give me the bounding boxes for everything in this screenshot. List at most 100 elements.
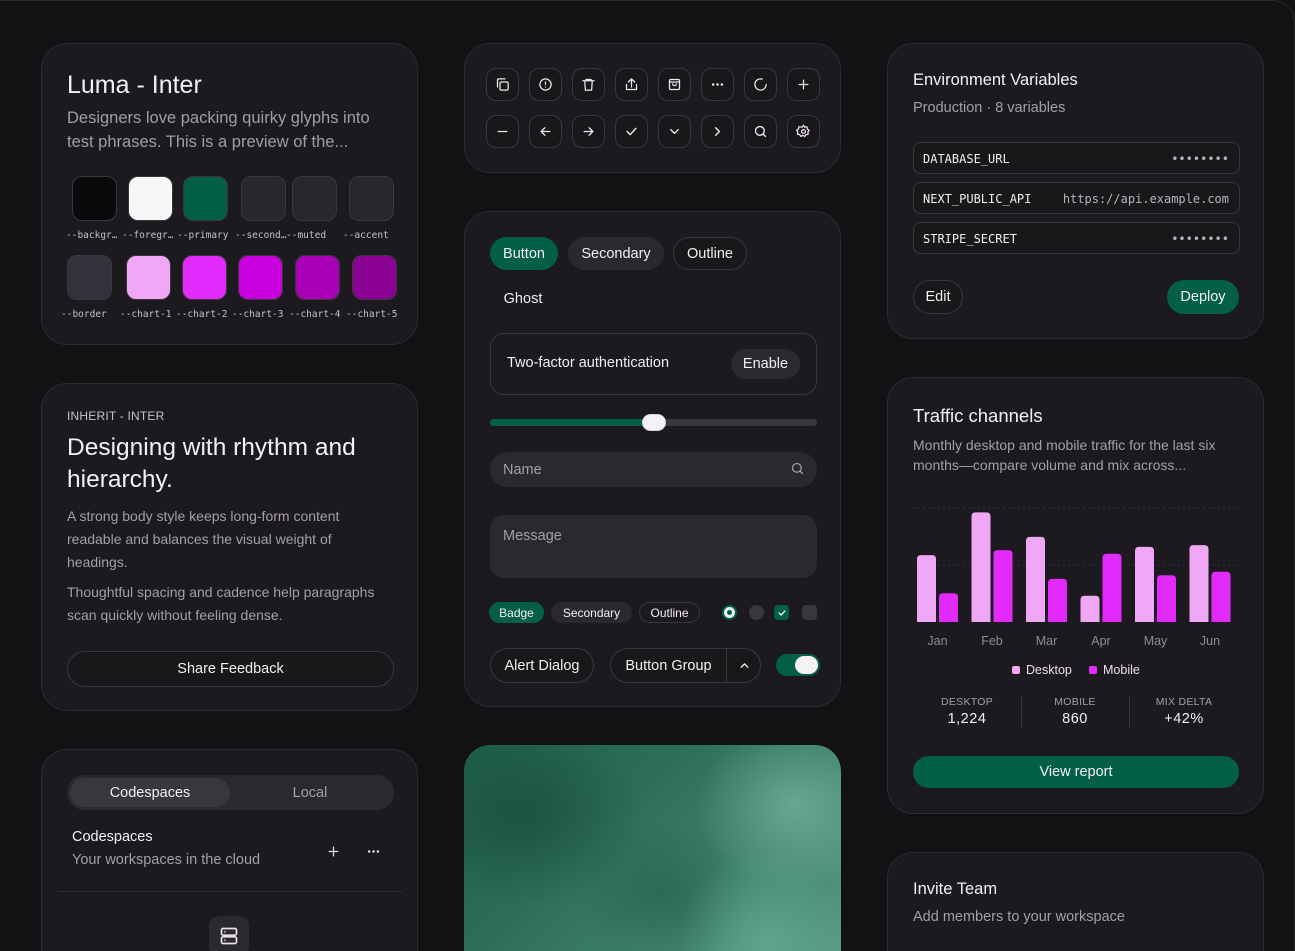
palette-title: Luma - Inter <box>67 71 202 99</box>
invite-team-card: Invite Team Add members to your workspac… <box>887 852 1264 951</box>
env-value: •••••••• <box>1171 232 1229 246</box>
loading-button[interactable] <box>744 68 777 101</box>
checkbox-unchecked[interactable] <box>802 605 817 620</box>
swatch-label: --chart-5 <box>346 309 398 320</box>
name-input[interactable]: Name <box>490 452 817 487</box>
primary-button[interactable]: Button <box>490 237 558 270</box>
traffic-description: Monthly desktop and mobile traffic for t… <box>913 437 1216 473</box>
check-icon <box>626 127 637 136</box>
slider-range <box>490 419 654 426</box>
secondary-button[interactable]: Secondary <box>568 237 664 270</box>
back-button[interactable] <box>529 115 562 148</box>
minus-button[interactable] <box>486 115 519 148</box>
env-row[interactable]: NEXT_PUBLIC_API https://api.example.com <box>913 182 1240 214</box>
bar-mobile-jun <box>1211 571 1231 622</box>
bar-mobile-may <box>1157 575 1176 622</box>
codespaces-subtitle: Your workspaces in the cloud <box>72 852 261 868</box>
color-swatch <box>72 176 117 221</box>
add-button[interactable] <box>787 68 820 101</box>
toggle-switch[interactable] <box>776 654 820 676</box>
settings-button[interactable] <box>787 115 820 148</box>
share-feedback-button[interactable]: Share Feedback <box>67 651 394 687</box>
more-horizontal-icon <box>711 83 724 86</box>
ghost-button[interactable]: Ghost <box>490 282 556 315</box>
env-row[interactable]: STRIPE_SECRET •••••••• <box>913 222 1240 254</box>
confirm-button[interactable] <box>615 115 648 148</box>
palette-card: Luma - Inter Designers love packing quir… <box>41 43 418 345</box>
typography-paragraph-1: A strong body style keeps long-form cont… <box>67 508 340 570</box>
next-button[interactable] <box>701 115 734 148</box>
codespaces-title: Codespaces <box>72 829 153 845</box>
invite-subtitle: Add members to your workspace <box>913 909 1125 925</box>
swatch-label: --foreground <box>122 230 176 241</box>
search-button[interactable] <box>744 115 777 148</box>
slider-thumb[interactable] <box>641 414 666 431</box>
alert-button[interactable] <box>529 68 562 101</box>
expand-button[interactable] <box>658 115 691 148</box>
checkbox-checked[interactable] <box>774 605 789 620</box>
arrow-right-icon <box>583 127 594 136</box>
color-swatch <box>238 255 283 300</box>
bar-desktop-may <box>1135 546 1154 622</box>
codespaces-tabs: Codespaces Local <box>67 775 394 810</box>
message-placeholder: Message <box>503 528 562 544</box>
deploy-button[interactable]: Deploy <box>1167 280 1239 314</box>
x-tick-label: Apr <box>1091 634 1110 648</box>
name-placeholder: Name <box>503 461 542 478</box>
x-tick-label: Mar <box>1036 634 1058 648</box>
shopping-bag-button[interactable] <box>658 68 691 101</box>
env-row[interactable]: DATABASE_URL •••••••• <box>913 142 1240 174</box>
color-swatch <box>126 255 171 300</box>
share-button[interactable] <box>615 68 648 101</box>
badge-secondary: Secondary <box>551 602 632 623</box>
env-key: DATABASE_URL <box>923 152 1010 166</box>
chevron-right-icon <box>714 127 721 136</box>
bar-desktop-feb <box>971 512 991 622</box>
more-button[interactable] <box>701 68 734 101</box>
stat-label: DESKTOP <box>940 696 994 708</box>
forward-button[interactable] <box>572 115 605 148</box>
swatch-label: --border <box>61 309 107 320</box>
env-value: •••••••• <box>1171 152 1229 166</box>
bar-mobile-mar <box>1048 578 1067 622</box>
divider <box>58 891 402 892</box>
radio-selected[interactable] <box>722 605 737 620</box>
swatch-label: --chart-1 <box>120 309 172 320</box>
bar-desktop-mar <box>1026 536 1045 622</box>
view-report-button[interactable]: View report <box>913 756 1239 788</box>
legend-mobile-label: Mobile <box>1103 663 1140 677</box>
enable-button[interactable]: Enable <box>731 349 800 379</box>
color-swatch <box>292 176 337 221</box>
tab-local[interactable]: Local <box>230 778 390 807</box>
delete-button[interactable] <box>572 68 605 101</box>
x-tick-label: May <box>1144 634 1168 648</box>
radio-unselected[interactable] <box>749 605 764 620</box>
stat-mix-delta: MIX DELTA +42% <box>1130 696 1238 727</box>
copy-button[interactable] <box>486 68 519 101</box>
invite-title: Invite Team <box>913 880 998 898</box>
swatch-label: --chart-4 <box>289 309 341 320</box>
swatch-label: --accent <box>343 230 389 241</box>
alert-dialog-button[interactable]: Alert Dialog <box>490 648 594 683</box>
typography-paragraph-2: Thoughtful spacing and cadence help para… <box>67 584 375 623</box>
palette-description: Designers love packing quirky glyphs int… <box>67 109 370 151</box>
swatch-label: --background <box>66 230 120 241</box>
add-codespace-button[interactable] <box>321 839 345 863</box>
stat-value: +42% <box>1164 711 1204 727</box>
button-group-main[interactable]: Button Group <box>611 649 727 682</box>
message-textarea[interactable]: Message <box>490 515 817 578</box>
icon-buttons-card <box>464 43 841 173</box>
codespace-more-button[interactable] <box>361 839 385 863</box>
slider[interactable] <box>490 414 817 431</box>
tab-codespaces[interactable]: Codespaces <box>70 778 230 807</box>
stat-desktop: DESKTOP 1,224 <box>913 696 1021 727</box>
button-group-toggle[interactable] <box>728 649 760 682</box>
x-tick-label: Feb <box>981 634 1003 648</box>
more-horizontal-icon <box>367 849 379 853</box>
edit-button[interactable]: Edit <box>913 280 963 314</box>
server-icon <box>209 916 249 951</box>
outline-button[interactable]: Outline <box>673 237 747 270</box>
check-icon <box>777 609 786 616</box>
env-title: Environment Variables <box>913 71 1078 89</box>
bar-desktop-jan <box>917 555 936 622</box>
